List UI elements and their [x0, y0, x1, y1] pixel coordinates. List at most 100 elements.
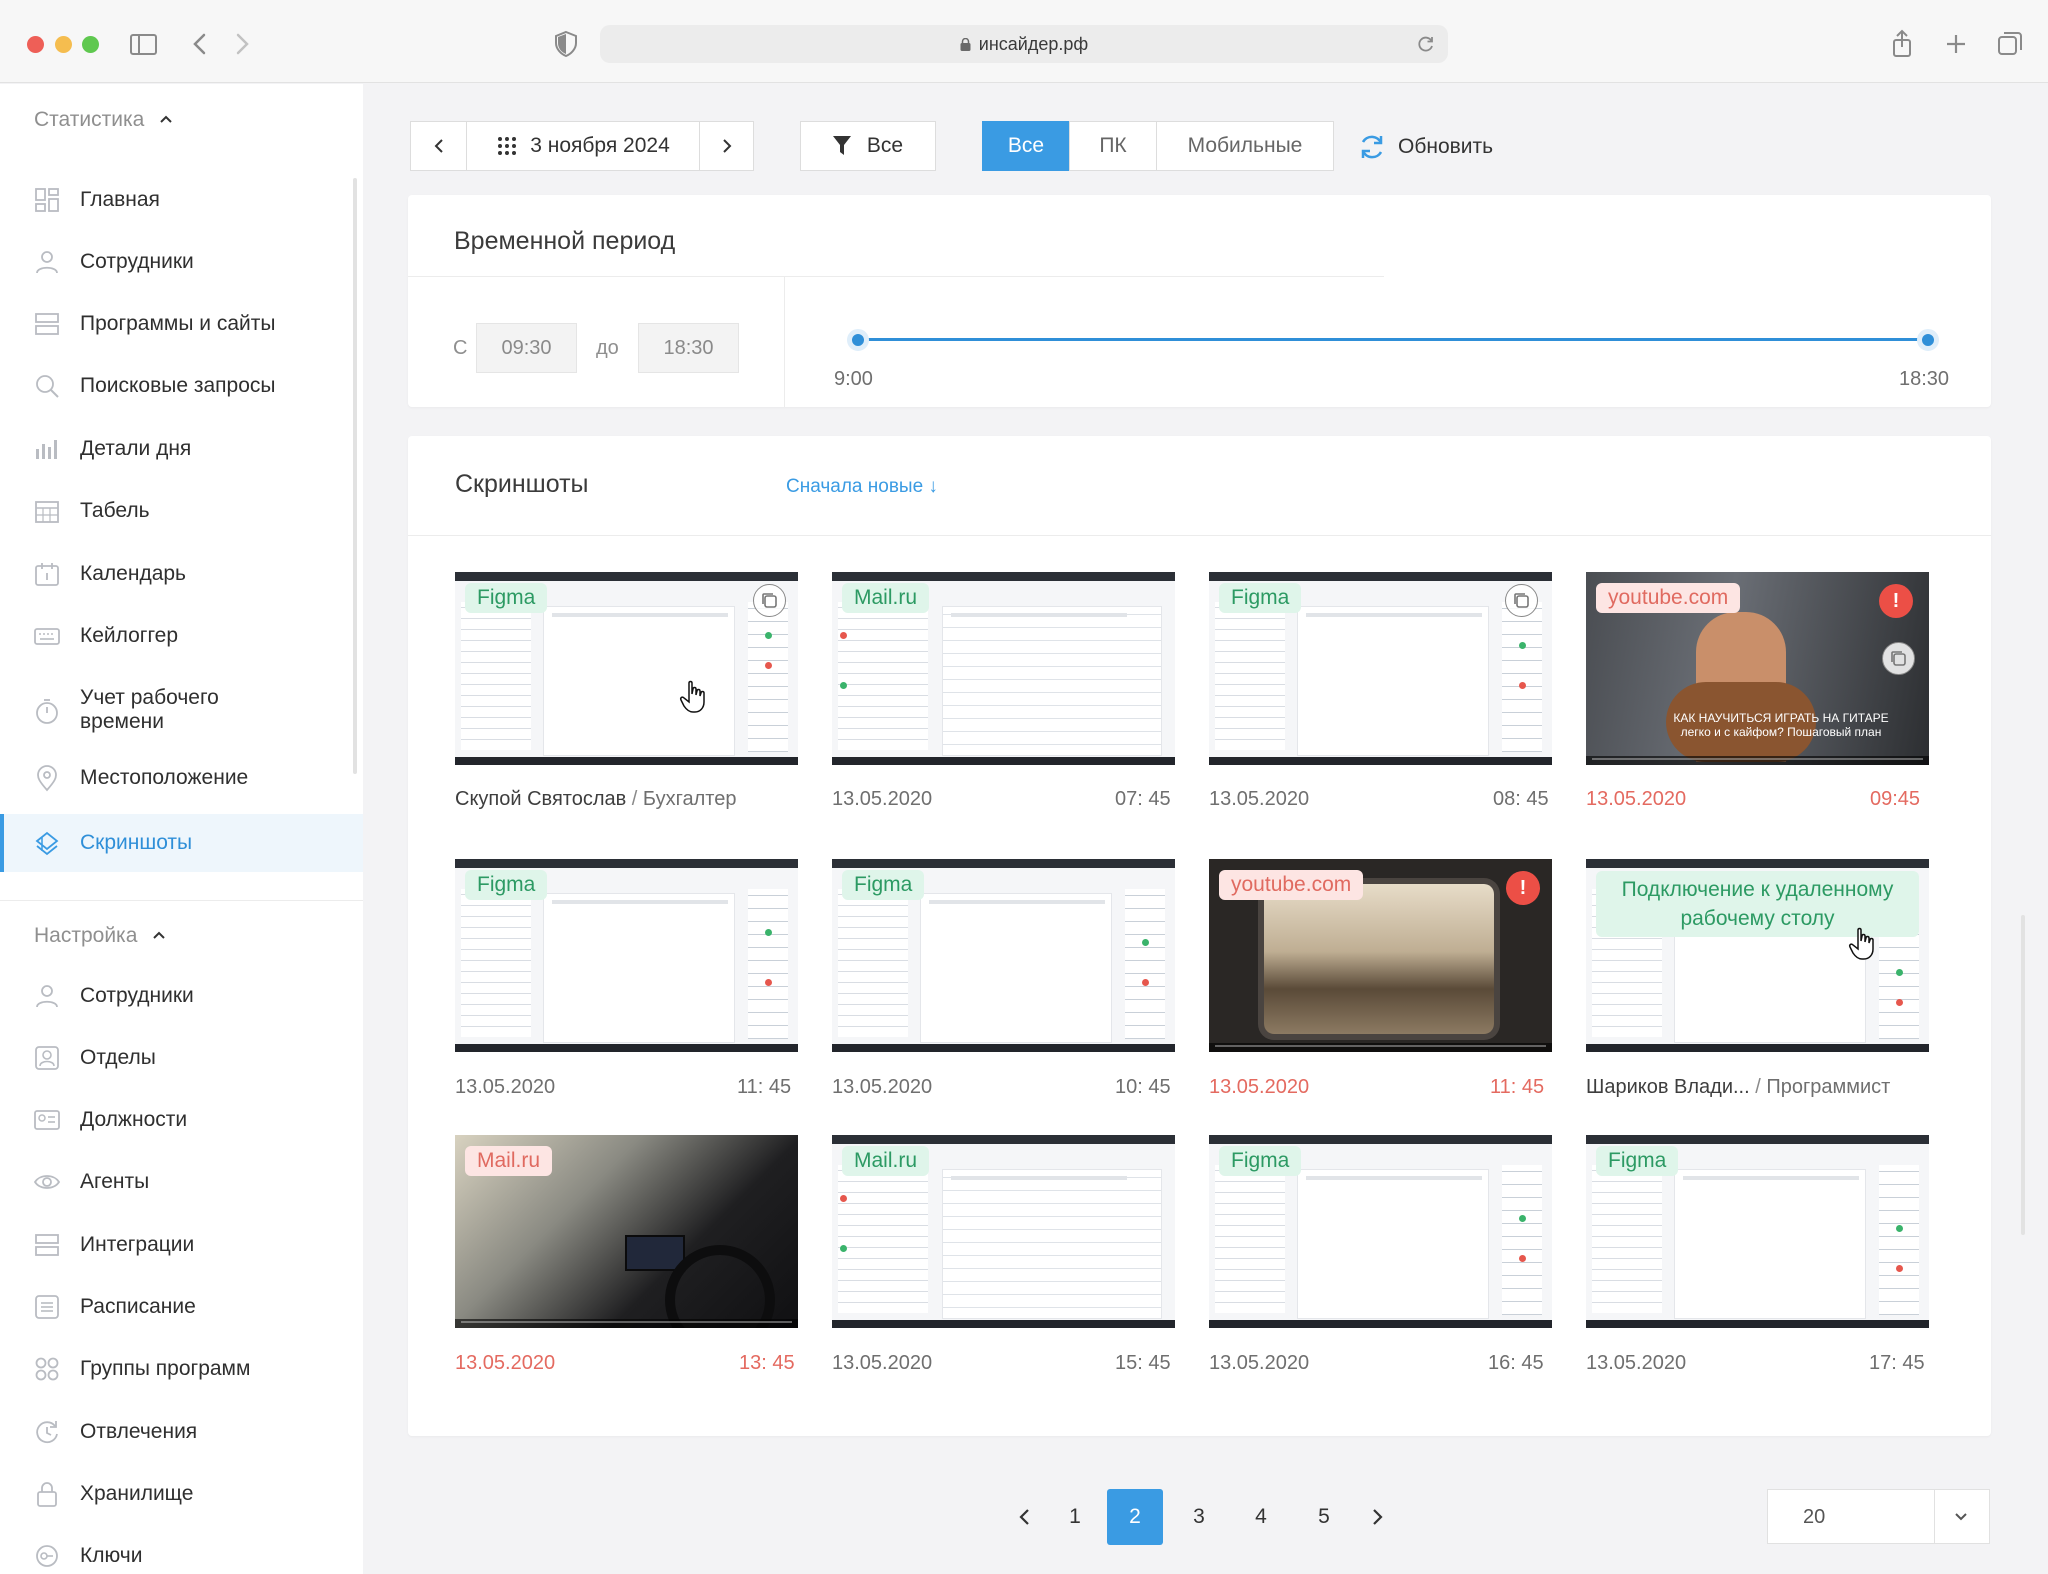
- sidebar-item-location[interactable]: Местоположение: [0, 758, 363, 798]
- chevron-up-icon: [160, 115, 172, 123]
- screenshot-thumbnail[interactable]: Figma: [455, 572, 798, 765]
- sidebar-item-search-queries[interactable]: Поисковые запросы: [0, 366, 363, 406]
- caption-separator: /: [626, 788, 643, 810]
- time-to-label: до: [596, 337, 619, 359]
- new-tab-icon[interactable]: [1940, 28, 1972, 60]
- stats-section-header[interactable]: Статистика: [34, 108, 172, 132]
- device-tab-label: Все: [1007, 134, 1045, 157]
- user-icon: [36, 251, 58, 274]
- screenshot-time: 08: 45: [1493, 788, 1549, 810]
- sidebar-item-employees[interactable]: Сотрудники: [0, 242, 363, 282]
- reload-icon[interactable]: [1416, 34, 1436, 54]
- employee-name[interactable]: Скупой Святослав: [455, 788, 626, 810]
- address-bar[interactable]: инсайдер.рф: [600, 25, 1448, 63]
- sidebar-item-screenshots[interactable]: Скриншоты: [0, 814, 363, 872]
- sidebar-item-calendar[interactable]: Календарь: [0, 554, 363, 594]
- sidebar-item-label: Группы программ: [80, 1357, 251, 1380]
- alert-badge[interactable]: !: [1506, 871, 1540, 905]
- sidebar-toggle-icon[interactable]: [128, 28, 160, 60]
- alert-badge[interactable]: !: [1879, 584, 1913, 618]
- page-button-4[interactable]: 4: [1233, 1489, 1289, 1545]
- screenshot-time: 16: 45: [1488, 1352, 1544, 1374]
- time-from-input[interactable]: 09:30: [476, 323, 577, 373]
- device-tab-pc[interactable]: ПК: [1069, 121, 1157, 171]
- sidebar-item-storage[interactable]: Хранилище: [0, 1474, 363, 1514]
- sidebar-item-apps-sites[interactable]: Программы и сайты: [0, 304, 363, 344]
- window-zoom-button[interactable]: [82, 36, 99, 53]
- screenshot-thumbnail[interactable]: Mail.ru: [455, 1135, 798, 1328]
- back-icon[interactable]: [184, 28, 216, 60]
- sidebar-item-work-time[interactable]: Учет рабочего времени: [0, 678, 363, 744]
- lock-icon: [960, 38, 971, 51]
- window-minimize-button[interactable]: [55, 36, 72, 53]
- time-to-input[interactable]: 18:30: [638, 323, 739, 373]
- screenshot-thumbnail[interactable]: Mail.ru: [832, 1135, 1175, 1328]
- app-tag: Figma: [1219, 583, 1302, 613]
- sidebar-item-agents[interactable]: Агенты: [0, 1162, 363, 1202]
- settings-section-header[interactable]: Настройка: [34, 924, 165, 948]
- sidebar-item-settings-employees[interactable]: Сотрудники: [0, 976, 363, 1016]
- copy-icon: [1514, 593, 1529, 608]
- refresh-button[interactable]: Обновить: [1358, 132, 1493, 162]
- sidebar-item-keys[interactable]: Ключи: [0, 1536, 363, 1574]
- main-scrollbar[interactable]: [2021, 915, 2025, 1235]
- screenshot-thumbnail[interactable]: Figma: [1209, 1135, 1552, 1328]
- page-button-3[interactable]: 3: [1171, 1489, 1227, 1545]
- chevron-left-icon: [434, 139, 443, 153]
- forward-icon[interactable]: [226, 28, 258, 60]
- screenshot-thumbnail[interactable]: Подключение к удаленному рабочему столу: [1586, 859, 1929, 1052]
- device-tab-mobile[interactable]: Мобильные: [1156, 121, 1334, 171]
- time-range-start-handle[interactable]: [847, 329, 869, 351]
- screenshot-time: 11: 45: [1490, 1076, 1545, 1098]
- date-picker[interactable]: 3 ноября 2024: [466, 121, 700, 171]
- sidebar-item-label: Сотрудники: [80, 984, 194, 1007]
- screenshot-thumbnail[interactable]: Figma: [1586, 1135, 1929, 1328]
- screenshot-thumbnail[interactable]: Mail.ru: [832, 572, 1175, 765]
- refresh-icon: [1361, 135, 1383, 159]
- screenshot-thumbnail[interactable]: Figma: [455, 859, 798, 1052]
- screenshot-thumbnail[interactable]: Figma: [1209, 572, 1552, 765]
- copy-badge[interactable]: [1505, 584, 1538, 617]
- device-tab-all[interactable]: Все: [982, 121, 1070, 171]
- screenshot-thumbnail[interactable]: КАК НАУЧИТЬСЯ ИГРАТЬ НА ГИТАРЕ легко и с …: [1586, 572, 1929, 765]
- prev-page-button[interactable]: [996, 1489, 1052, 1545]
- per-page-select[interactable]: 20: [1767, 1489, 1990, 1544]
- time-period-vdivider: [784, 277, 785, 407]
- screenshots-icon: [35, 831, 59, 856]
- time-range-end-handle[interactable]: [1917, 329, 1939, 351]
- sidebar-item-departments[interactable]: Отделы: [0, 1038, 363, 1078]
- screenshot-date: 13.05.2020: [832, 788, 933, 810]
- copy-badge[interactable]: [1882, 642, 1915, 675]
- filter-button[interactable]: Все: [800, 121, 936, 171]
- sidebar-item-timesheet[interactable]: Табель: [0, 491, 363, 531]
- privacy-shield-icon[interactable]: [550, 28, 582, 60]
- sidebar-item-home[interactable]: Главная: [0, 180, 363, 220]
- sidebar-item-label: Отделы: [80, 1046, 156, 1069]
- page-button-2[interactable]: 2: [1107, 1489, 1163, 1545]
- page-button-1[interactable]: 1: [1047, 1489, 1103, 1545]
- copy-badge[interactable]: [753, 584, 786, 617]
- sidebar-item-day-details[interactable]: Детали дня: [0, 429, 363, 469]
- next-date-button[interactable]: [699, 121, 754, 171]
- time-period-divider: [408, 276, 1384, 277]
- tab-overview-icon[interactable]: [1994, 28, 2026, 60]
- screenshot-thumbnail[interactable]: youtube.com !: [1209, 859, 1552, 1052]
- location-pin-icon: [37, 765, 57, 792]
- employee-name[interactable]: Шариков Влади...: [1586, 1076, 1750, 1098]
- time-range-slider-track[interactable]: [858, 338, 1928, 341]
- prev-date-button[interactable]: [410, 121, 467, 171]
- screenshot-thumbnail[interactable]: Figma: [832, 859, 1175, 1052]
- page-button-5[interactable]: 5: [1296, 1489, 1352, 1545]
- share-icon[interactable]: [1886, 28, 1918, 60]
- sidebar-item-program-groups[interactable]: Группы программ: [0, 1349, 363, 1389]
- next-page-button[interactable]: [1350, 1489, 1406, 1545]
- sidebar-item-positions[interactable]: Должности: [0, 1100, 363, 1140]
- sidebar-item-label: Программы и сайты: [80, 312, 276, 335]
- sort-newest-link[interactable]: Сначала новые ↓: [786, 476, 938, 498]
- sidebar-item-schedule[interactable]: Расписание: [0, 1287, 363, 1327]
- app-tag: youtube.com: [1596, 583, 1741, 613]
- sidebar-item-distractions[interactable]: Отвлечения: [0, 1412, 363, 1452]
- window-close-button[interactable]: [27, 36, 44, 53]
- sidebar-item-integrations[interactable]: Интеграции: [0, 1225, 363, 1265]
- sidebar-item-keylogger[interactable]: Кейлоггер: [0, 616, 363, 656]
